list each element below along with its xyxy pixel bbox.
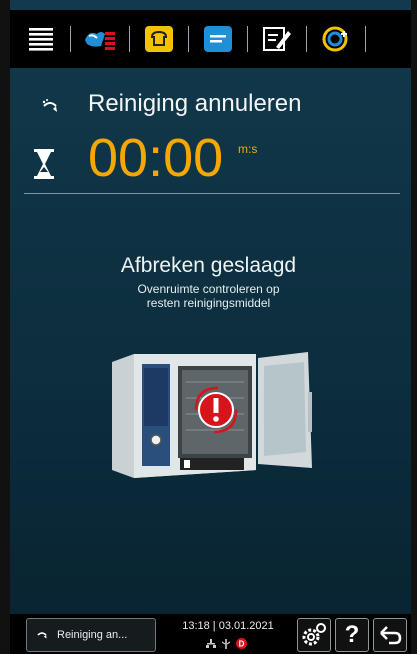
bread-baking-button[interactable] — [142, 22, 176, 56]
divider — [24, 193, 400, 194]
active-program-label: Reiniging an... — [57, 629, 128, 641]
timer-display: 00:00 — [88, 128, 224, 188]
help-label: ? — [344, 621, 360, 648]
menu-icon — [29, 28, 53, 51]
edit-program-button[interactable] — [260, 22, 294, 56]
cleaning-button[interactable] — [319, 22, 353, 56]
cleaning-icon — [322, 26, 348, 52]
usb-icon — [222, 638, 230, 649]
toolbar-separator — [365, 26, 366, 52]
back-button[interactable] — [373, 618, 407, 652]
service-alert-icon: D — [236, 638, 247, 649]
message-subtitle: Ovenruimte controleren op resten reinigi… — [137, 282, 280, 310]
toolbar-separator — [188, 26, 189, 52]
hourglass-icon — [34, 149, 54, 179]
network-icon — [206, 638, 216, 648]
intelligent-cooking-icon — [85, 32, 115, 50]
cleaning-status-icon — [37, 632, 47, 639]
connectivity-status: D — [206, 638, 247, 649]
back-arrow-icon — [380, 626, 402, 645]
bottom-bar: Reiniging an... 13:18 | 03.01.2021 D ? — [10, 614, 411, 654]
program-name: Reiniging annuleren — [88, 90, 302, 117]
toolbar-separator — [247, 26, 248, 52]
active-program-button[interactable]: Reiniging an... — [26, 618, 156, 652]
svg-text:D: D — [239, 640, 245, 649]
clock-time: 13:18 — [182, 620, 210, 632]
toolbar-separator — [70, 26, 71, 52]
oven-illustration — [112, 352, 312, 478]
top-toolbar — [10, 10, 411, 68]
bread-baking-icon — [145, 26, 173, 52]
timer-unit: m:s — [238, 142, 258, 156]
cleaning-status-icon — [42, 99, 57, 112]
toolbar-separator — [306, 26, 307, 52]
program-list-button[interactable] — [201, 22, 235, 56]
clock: 13:18 | 03.01.2021 — [168, 620, 288, 632]
message-title: Afbreken geslaagd — [120, 254, 297, 277]
help-button[interactable]: ? — [335, 618, 369, 652]
clock-date: 03.01.2021 — [218, 620, 274, 632]
intelligent-cooking-button[interactable] — [83, 22, 117, 56]
toolbar-separator — [129, 26, 130, 52]
settings-icon — [302, 623, 326, 646]
program-list-icon — [204, 26, 232, 52]
menu-button[interactable] — [24, 22, 58, 56]
settings-button[interactable] — [297, 618, 331, 652]
edit-program-icon — [263, 27, 291, 51]
